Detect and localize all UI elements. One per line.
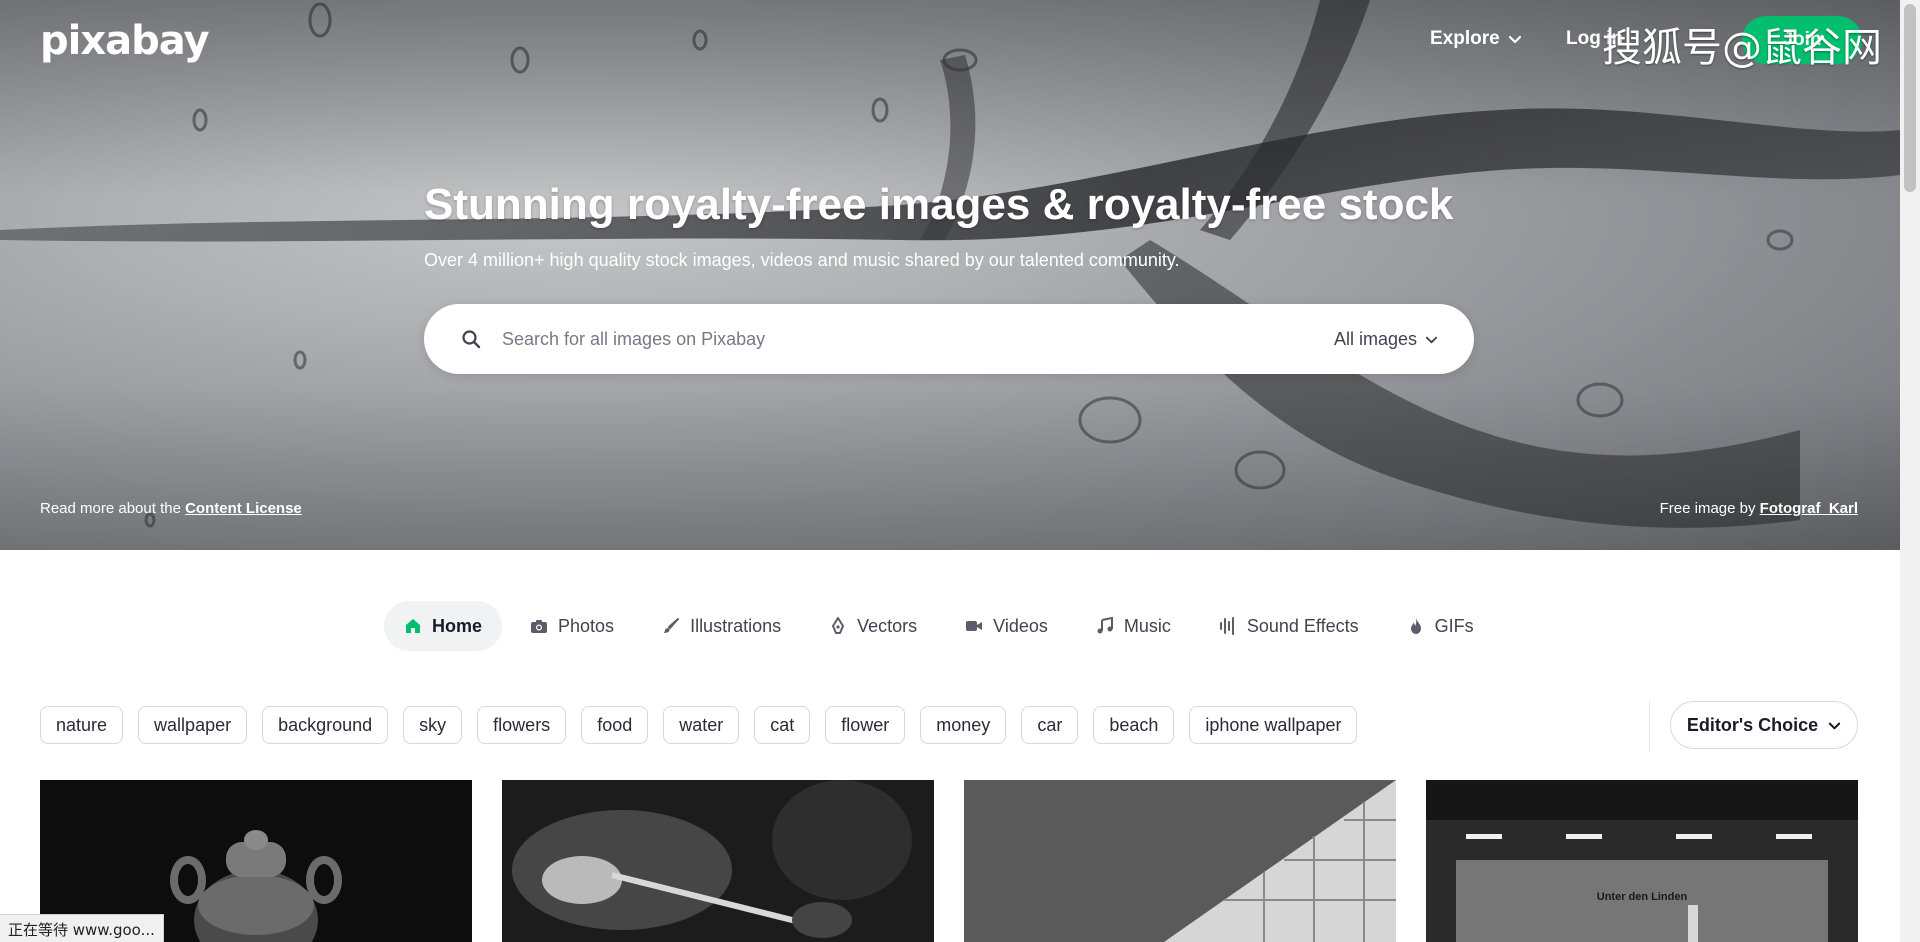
tab-music[interactable]: Music — [1076, 601, 1191, 651]
pixabay-home-page: pixabay Explore Log in Join 搜狐号@鼠谷网 Stun… — [0, 0, 1920, 942]
divider — [1649, 700, 1650, 752]
tab-videos[interactable]: Videos — [945, 601, 1068, 651]
search-bar: All images — [424, 304, 1474, 374]
image-thumbnail-ladle[interactable] — [502, 780, 934, 942]
credit-prefix: Free image by — [1659, 500, 1760, 517]
tab-label: Home — [432, 615, 483, 636]
tag-chip[interactable]: food — [581, 706, 649, 744]
tab-label: Videos — [993, 615, 1048, 636]
content-license-link[interactable]: Content License — [185, 500, 302, 517]
camera-icon — [530, 617, 548, 635]
media-type-label: All images — [1333, 328, 1417, 349]
explore-label: Explore — [1430, 28, 1500, 49]
video-camera-icon — [965, 617, 983, 635]
tag-chip[interactable]: flowers — [477, 706, 567, 744]
media-category-tabs: Home Photos Illustrations Vectors Videos… — [384, 600, 1494, 652]
tag-chip[interactable]: car — [1021, 706, 1079, 744]
content-license-note: Read more about the Content License — [40, 500, 302, 517]
chevron-down-icon — [1828, 722, 1841, 729]
tab-sound-effects[interactable]: Sound Effects — [1199, 601, 1379, 651]
image-grid: Unter den Linden — [40, 780, 1858, 942]
watermark-text: 搜狐号@鼠谷网 — [1602, 25, 1882, 71]
tag-chip[interactable]: money — [920, 706, 1007, 744]
tab-label: Music — [1123, 615, 1171, 636]
pixabay-logo[interactable]: pixabay — [40, 18, 210, 64]
tag-chip[interactable]: nature — [40, 706, 124, 744]
hero-subtitle: Over 4 million+ high quality stock image… — [424, 250, 1180, 270]
tab-label: Sound Effects — [1246, 615, 1359, 636]
tag-chip[interactable]: cat — [754, 706, 811, 744]
hero-title: Stunning royalty-free images & royalty-f… — [424, 180, 1454, 229]
flame-icon — [1407, 617, 1425, 635]
tag-chip[interactable]: flower — [825, 706, 906, 744]
tab-vectors[interactable]: Vectors — [809, 601, 937, 651]
tag-chip[interactable]: water — [663, 706, 740, 744]
photographer-link[interactable]: Fotograf_Karl — [1760, 500, 1858, 517]
tag-chip[interactable]: sky — [403, 706, 463, 744]
search-icon[interactable] — [460, 328, 482, 350]
editors-choice-label: Editor's Choice — [1686, 714, 1819, 735]
ladle-image — [502, 780, 934, 942]
image-thumbnail-subway[interactable]: Unter den Linden — [1426, 780, 1858, 942]
browser-status-bar: 正在等待 www.goo... — [0, 914, 164, 942]
station-sign-text: Unter den Linden — [1597, 891, 1688, 903]
chevron-down-icon — [1508, 35, 1521, 44]
tab-photos[interactable]: Photos — [510, 601, 634, 651]
tag-chip[interactable]: wallpaper — [138, 706, 248, 744]
building-image — [964, 780, 1396, 942]
tab-illustrations[interactable]: Illustrations — [642, 601, 801, 651]
tab-label: Vectors — [857, 615, 918, 636]
image-credit: Free image by Fotograf_Karl — [1660, 500, 1858, 517]
tab-label: Illustrations — [690, 615, 782, 636]
tab-label: Photos — [558, 615, 615, 636]
explore-menu-button[interactable]: Explore — [1430, 28, 1522, 50]
media-type-dropdown[interactable]: All images — [1334, 329, 1438, 350]
editors-choice-dropdown[interactable]: Editor's Choice — [1670, 701, 1858, 749]
tag-chip[interactable]: background — [262, 706, 389, 744]
license-prefix: Read more about the — [40, 500, 186, 517]
home-icon — [404, 617, 422, 635]
music-note-icon — [1096, 617, 1114, 635]
sound-wave-icon — [1219, 617, 1237, 635]
tab-gifs[interactable]: GIFs — [1387, 601, 1494, 651]
hero-banner: pixabay Explore Log in Join 搜狐号@鼠谷网 Stun… — [0, 0, 1900, 550]
hero-overlay — [0, 0, 1900, 550]
subway-station-image: Unter den Linden — [1426, 780, 1858, 942]
tag-chip[interactable]: beach — [1093, 706, 1175, 744]
search-input[interactable] — [500, 327, 1334, 351]
image-thumbnail-building[interactable] — [964, 780, 1396, 942]
scrollbar-thumb[interactable] — [1904, 4, 1916, 192]
brush-icon — [662, 617, 680, 635]
tab-home[interactable]: Home — [384, 601, 503, 651]
tag-chip[interactable]: iphone wallpaper — [1189, 706, 1358, 744]
popular-tags: nature wallpaper background sky flowers … — [40, 706, 1358, 744]
pen-nib-icon — [829, 617, 847, 635]
tab-label: GIFs — [1434, 615, 1474, 636]
chevron-down-icon — [1425, 336, 1438, 343]
